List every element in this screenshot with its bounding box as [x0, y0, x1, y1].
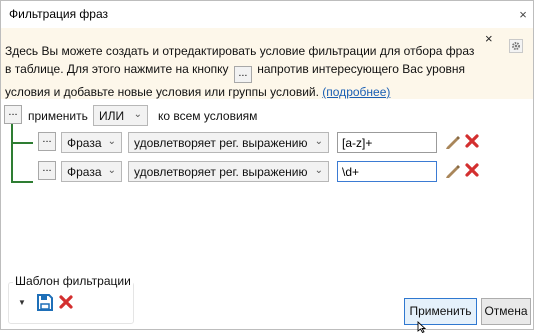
- operator-select[interactable]: ИЛИ ⌄: [93, 105, 148, 126]
- chevron-down-icon: ⌄: [107, 136, 116, 147]
- condition-2-comparison-select[interactable]: удовлетворяет рег. выражению ⌄: [128, 161, 329, 182]
- template-title: Шаблон фильтрации: [13, 274, 133, 288]
- condition-1-field-value: Фраза: [67, 136, 102, 150]
- condition-2-comparison-value: удовлетворяет рег. выражению: [134, 165, 308, 179]
- condition-1-delete-icon[interactable]: [464, 133, 480, 149]
- to-all-label: ко всем условиям: [158, 109, 258, 123]
- condition-2-dots-button[interactable]: ...: [38, 161, 56, 180]
- condition-2-value-input[interactable]: [337, 161, 437, 182]
- info-text: Здесь Вы можете создать и отредактироват…: [5, 42, 477, 101]
- close-button[interactable]: ×: [513, 1, 533, 28]
- info-panel: Здесь Вы можете создать и отредактироват…: [1, 28, 533, 99]
- save-icon[interactable]: [37, 294, 53, 311]
- dialog-window: Фильтрация фраз × Здесь Вы можете создат…: [0, 0, 534, 333]
- condition-2-field-value: Фраза: [67, 165, 102, 179]
- window-title: Фильтрация фраз: [9, 7, 108, 21]
- cancel-button[interactable]: Отмена: [481, 298, 531, 325]
- chevron-down-icon: ⌄: [133, 109, 142, 120]
- tree-line-branch-1: [11, 142, 33, 144]
- tree-line-vertical: [11, 124, 13, 183]
- gear-icon[interactable]: [509, 39, 523, 53]
- inline-dots-button: ...: [233, 66, 252, 83]
- mouse-cursor-icon: [417, 321, 427, 333]
- condition-2-edit-icon[interactable]: [445, 163, 461, 179]
- chevron-down-icon: ⌄: [314, 165, 323, 176]
- condition-1-value-input[interactable]: [337, 132, 437, 153]
- template-dropdown-icon[interactable]: ▼: [18, 298, 26, 307]
- delete-template-icon[interactable]: [58, 294, 74, 310]
- condition-2-delete-icon[interactable]: [464, 162, 480, 178]
- condition-1-edit-icon[interactable]: [445, 134, 461, 150]
- info-close-icon[interactable]: ×: [485, 31, 493, 46]
- condition-1-dots-button[interactable]: ...: [38, 132, 56, 151]
- condition-1-field-select[interactable]: Фраза ⌄: [61, 132, 122, 153]
- more-info-link[interactable]: (подробнее): [322, 85, 390, 99]
- title-bar: Фильтрация фраз ×: [1, 1, 533, 28]
- condition-1-comparison-value: удовлетворяет рег. выражению: [134, 136, 308, 150]
- apply-label: применить: [28, 109, 88, 123]
- condition-1-comparison-select[interactable]: удовлетворяет рег. выражению ⌄: [128, 132, 329, 153]
- tree-line-branch-2: [11, 181, 33, 183]
- chevron-down-icon: ⌄: [314, 136, 323, 147]
- chevron-down-icon: ⌄: [107, 165, 116, 176]
- operator-value: ИЛИ: [99, 109, 125, 123]
- condition-2-field-select[interactable]: Фраза ⌄: [61, 161, 122, 182]
- close-icon: ×: [519, 7, 527, 22]
- apply-button[interactable]: Применить: [404, 298, 477, 325]
- root-dots-button[interactable]: ...: [4, 105, 22, 124]
